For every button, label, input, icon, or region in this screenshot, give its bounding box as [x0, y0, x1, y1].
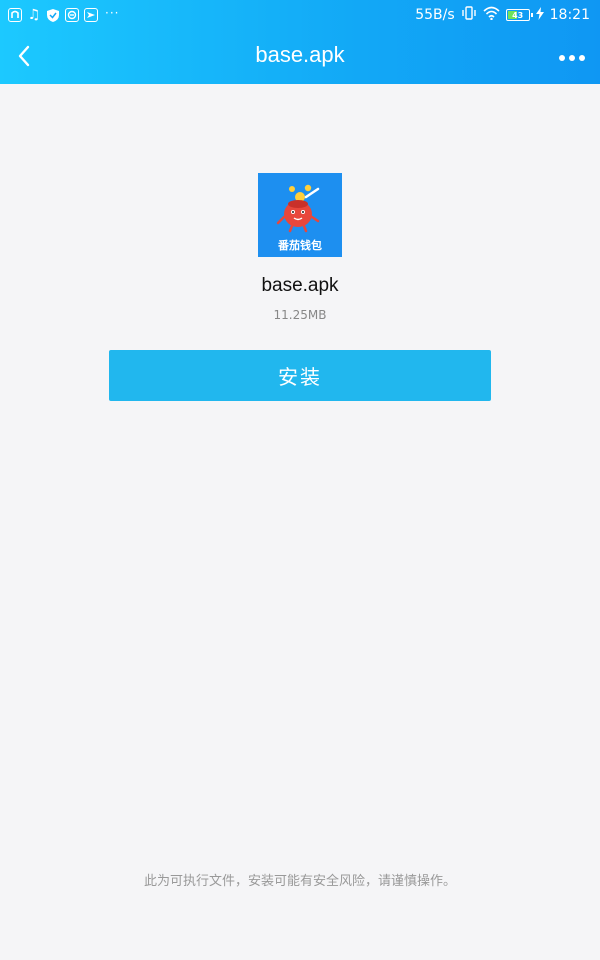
app-icon-label: 番茄钱包 [277, 238, 322, 252]
clock: 18:21 [549, 7, 590, 23]
more-notifications: ··· [105, 6, 120, 20]
more-dot [569, 55, 575, 61]
shield-icon [46, 8, 60, 22]
status-bar: ♫ ··· 55B/s 43 18:21 [0, 0, 600, 30]
security-app-icon [65, 8, 79, 22]
charging-icon [535, 6, 544, 24]
more-dot [559, 55, 565, 61]
battery-icon: 43 [505, 9, 533, 21]
install-button[interactable]: 安装 [109, 350, 491, 401]
page-title: base.apk [255, 42, 345, 67]
more-options-button[interactable] [552, 38, 592, 78]
app-notification-icon [8, 8, 22, 22]
network-speed: 55B/s [415, 7, 455, 23]
battery-level: 43 [512, 10, 524, 20]
messenger-icon [84, 8, 98, 22]
status-indicators: 55B/s 43 18:21 [415, 5, 590, 25]
header: ♫ ··· 55B/s 43 18:21 base.apk [0, 0, 600, 84]
security-warning: 此为可执行文件，安装可能有安全风险，请谨慎操作。 [143, 874, 456, 889]
app-icon: 番茄钱包 [258, 173, 342, 257]
music-icon: ♫ [27, 7, 41, 23]
vibrate-icon [461, 5, 477, 25]
wifi-icon [483, 6, 500, 24]
more-dot [579, 55, 585, 61]
notification-icons: ♫ ··· [8, 6, 120, 23]
file-size: 11.25MB [273, 308, 327, 322]
file-name: base.apk [261, 275, 339, 296]
toolbar: base.apk [0, 30, 600, 84]
